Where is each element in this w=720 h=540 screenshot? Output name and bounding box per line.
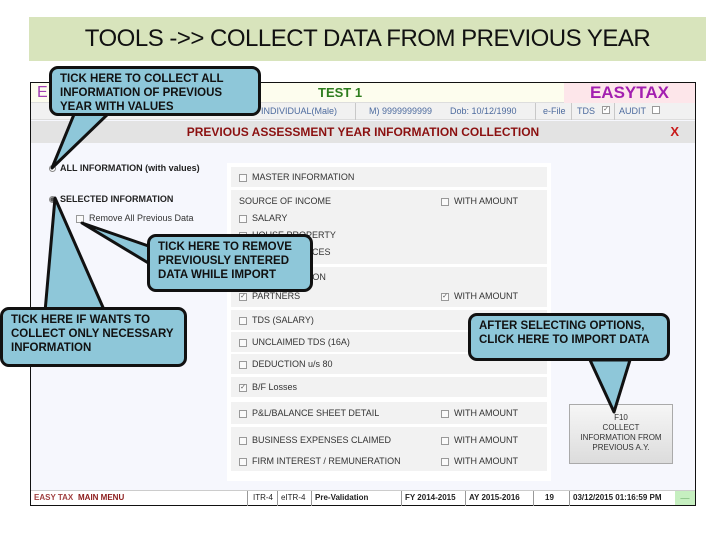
- checkbox-icon[interactable]: [239, 316, 247, 325]
- assessment-year: AY 2015-2016: [469, 493, 520, 502]
- record-count: 19: [545, 493, 554, 502]
- checkbox-icon[interactable]: [441, 197, 449, 206]
- checkbox-icon[interactable]: [239, 409, 247, 418]
- dialog-title-text: PREVIOUS ASSESSMENT YEAR INFORMATION COL…: [186, 125, 540, 139]
- audit-label: AUDIT: [619, 106, 646, 116]
- checkbox-icon[interactable]: ✓: [441, 292, 449, 301]
- checkbox-icon[interactable]: [239, 214, 247, 223]
- status-indicator: __: [675, 491, 695, 505]
- brand-logo-left: E: [37, 84, 48, 101]
- option-soi-with-amount[interactable]: WITH AMOUNT: [441, 196, 518, 206]
- option-master-information[interactable]: MASTER INFORMATION: [239, 172, 354, 182]
- status-bar: EASY TAX MAIN MENU ITR-4 eITR-4 Pre-Vali…: [31, 490, 695, 506]
- option-business-with-amount[interactable]: WITH AMOUNT: [441, 435, 518, 445]
- efile-link[interactable]: e-File: [543, 106, 566, 116]
- checkbox-icon[interactable]: [441, 436, 449, 445]
- datetime: 03/12/2015 01:16:59 PM: [573, 493, 662, 502]
- itr-form[interactable]: ITR-4: [253, 493, 273, 502]
- callout-after: AFTER SELECTING OPTIONS, CLICK HERE TO I…: [468, 313, 670, 361]
- button-line: COLLECT: [602, 423, 640, 432]
- financial-year: FY 2014-2015: [405, 493, 456, 502]
- client-name: TEST 1: [318, 85, 363, 100]
- callout-all-info: TICK HERE TO COLLECT ALL INFORMATION OF …: [49, 66, 261, 116]
- main-menu-link[interactable]: MAIN MENU: [78, 493, 124, 502]
- callout-selected: TICK HERE IF WANTS TO COLLECT ONLY NECES…: [0, 307, 187, 367]
- checkbox-icon[interactable]: [441, 457, 449, 466]
- remove-previous-checkbox[interactable]: Remove All Previous Data: [76, 213, 194, 223]
- checkbox-icon[interactable]: [239, 436, 247, 445]
- option-firm-interest-with-amount[interactable]: WITH AMOUNT: [441, 456, 518, 466]
- option-deduction[interactable]: DEDUCTION u/s 80: [239, 359, 333, 369]
- radio-icon[interactable]: [49, 196, 56, 204]
- group-business: BUSINESS EXPENSES CLAIMED WITH AMOUNT FI…: [231, 427, 547, 471]
- button-shortcut: F10: [614, 413, 628, 422]
- option-business-expenses[interactable]: BUSINESS EXPENSES CLAIMED: [239, 435, 391, 445]
- slide-title: TOOLS ->> COLLECT DATA FROM PREVIOUS YEA…: [29, 17, 706, 61]
- tds-label: TDS: [577, 106, 595, 116]
- option-pl-balance[interactable]: P&L/BALANCE SHEET DETAIL: [239, 408, 379, 418]
- option-salary[interactable]: SALARY: [239, 213, 287, 223]
- radio-label: ALL INFORMATION (with values): [60, 163, 200, 173]
- tds-checkbox[interactable]: ✓: [602, 106, 610, 114]
- radio-icon[interactable]: [49, 165, 56, 173]
- group-pl-balance: P&L/BALANCE SHEET DETAIL WITH AMOUNT: [231, 402, 547, 424]
- dialog-title: PREVIOUS ASSESSMENT YEAR INFORMATION COL…: [31, 121, 695, 143]
- option-firm-interest[interactable]: FIRM INTEREST / REMUNERATION: [239, 456, 401, 466]
- radio-label: SELECTED INFORMATION: [60, 194, 174, 204]
- checkbox-icon[interactable]: [239, 338, 247, 347]
- eitr-form[interactable]: eITR-4: [281, 493, 305, 502]
- checkbox-label: Remove All Previous Data: [89, 213, 194, 223]
- option-tds-salary[interactable]: TDS (SALARY): [239, 315, 314, 325]
- checkbox-icon[interactable]: ✓: [239, 383, 247, 392]
- brand-logo: EASYTAX: [564, 83, 695, 103]
- checkbox-icon[interactable]: [441, 409, 449, 418]
- option-pl-with-amount[interactable]: WITH AMOUNT: [441, 408, 518, 418]
- option-firm-with-amount[interactable]: ✓ WITH AMOUNT: [441, 291, 518, 301]
- callout-remove: TICK HERE TO REMOVE PREVIOUSLY ENTERED D…: [147, 234, 313, 292]
- audit-checkbox[interactable]: [652, 106, 660, 114]
- group-master: MASTER INFORMATION: [231, 167, 547, 187]
- radio-selected-information[interactable]: SELECTED INFORMATION: [49, 194, 173, 204]
- collect-information-button[interactable]: F10 COLLECT INFORMATION FROM PREVIOUS A.…: [569, 404, 673, 464]
- option-partners[interactable]: ✓ PARTNERS: [239, 291, 300, 301]
- radio-all-information[interactable]: ALL INFORMATION (with values): [49, 163, 200, 173]
- checkbox-icon[interactable]: [239, 173, 247, 182]
- source-of-income-label: SOURCE OF INCOME: [239, 196, 332, 206]
- close-button[interactable]: X: [670, 121, 679, 143]
- button-line: PREVIOUS A.Y.: [592, 443, 650, 452]
- mobile-text: M) 9999999999: [369, 106, 433, 116]
- main-menu-prefix[interactable]: EASY TAX: [34, 493, 73, 502]
- option-unclaimed-tds[interactable]: UNCLAIMED TDS (16A): [239, 337, 350, 347]
- checkbox-icon[interactable]: [76, 214, 84, 223]
- checkbox-icon[interactable]: [239, 360, 247, 369]
- checkbox-icon[interactable]: ✓: [239, 292, 247, 301]
- option-bf-losses[interactable]: ✓ B/F Losses: [239, 382, 297, 392]
- dob-text: Dob: 10/12/1990: [450, 106, 517, 116]
- button-line: INFORMATION FROM: [580, 433, 662, 442]
- easytax-window: E TEST 1 EASYTAX Status : INDIVIDUAL(Mal…: [30, 82, 696, 506]
- checkbox-icon[interactable]: [239, 457, 247, 466]
- group-bf-losses: ✓ B/F Losses: [231, 377, 547, 397]
- pre-validation[interactable]: Pre-Validation: [315, 493, 368, 502]
